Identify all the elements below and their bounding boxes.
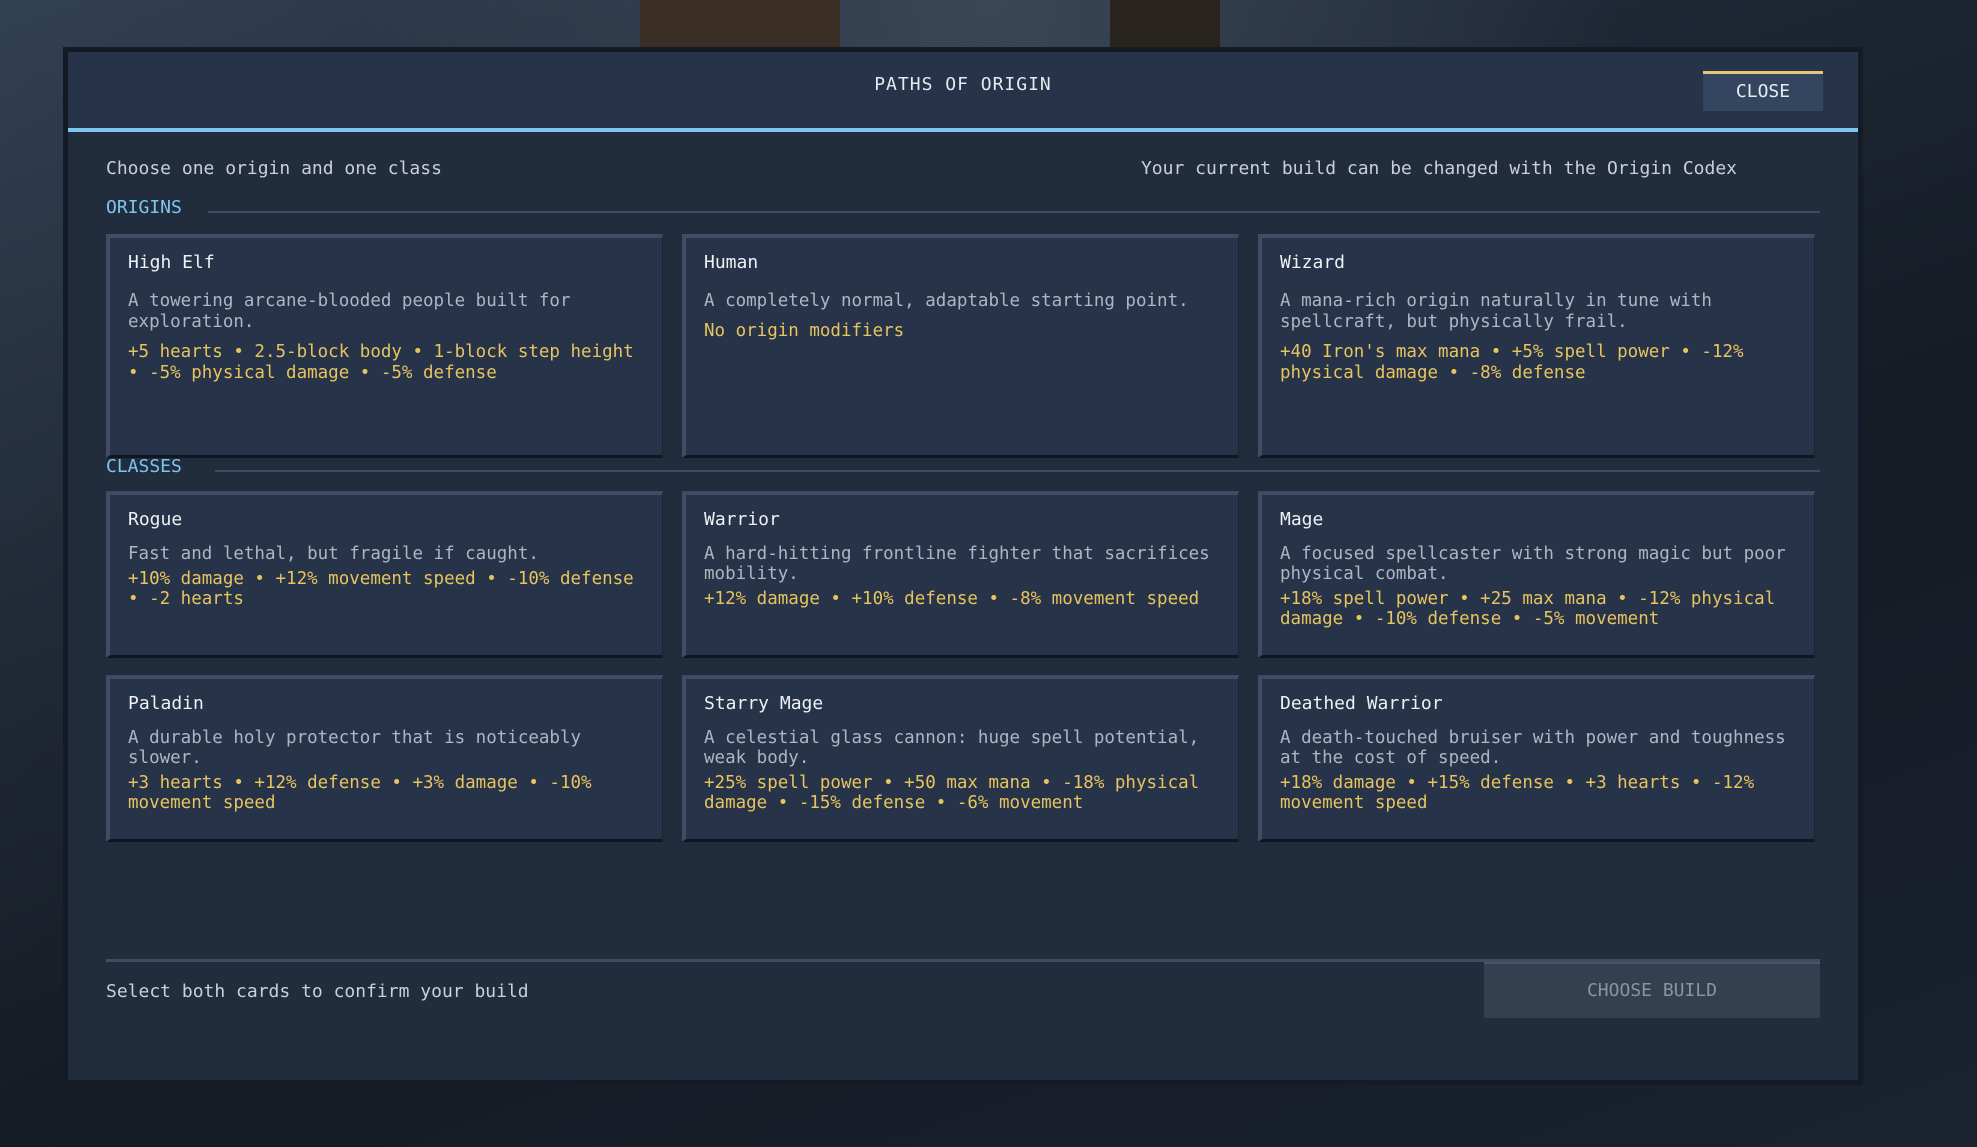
card-modifiers: +18% spell power • +25 max mana • -12% p… xyxy=(1280,589,1776,629)
instruction-text: Choose one origin and one class xyxy=(106,158,442,179)
panel-header: PATHS OF ORIGIN CLOSE xyxy=(68,52,1858,132)
class-card-starry-mage[interactable]: Starry Mage A celestial glass cannon: hu… xyxy=(682,675,1239,842)
card-modifiers: +25% spell power • +50 max mana • -18% p… xyxy=(704,773,1200,813)
card-name: Wizard xyxy=(1280,252,1346,273)
card-modifiers: +12% damage • +10% defense • -8% movemen… xyxy=(704,589,1200,609)
origin-card-high-elf[interactable]: High Elf A towering arcane-blooded peopl… xyxy=(106,234,663,458)
background-block xyxy=(640,0,840,48)
class-card-warrior[interactable]: Warrior A hard-hitting frontline fighter… xyxy=(682,491,1239,658)
class-card-deathed-warrior[interactable]: Deathed Warrior A death-touched bruiser … xyxy=(1258,675,1815,842)
card-name: Mage xyxy=(1280,509,1324,530)
card-description: A death-touched bruiser with power and t… xyxy=(1280,728,1786,768)
origin-card-human[interactable]: Human A completely normal, adaptable sta… xyxy=(682,234,1239,458)
classes-section-label: CLASSES xyxy=(106,456,182,477)
card-description: A durable holy protector that is noticea… xyxy=(128,728,582,768)
class-card-paladin[interactable]: Paladin A durable holy protector that is… xyxy=(106,675,663,842)
background-block xyxy=(1110,0,1220,48)
card-name: Rogue xyxy=(128,509,183,530)
panel-title: PATHS OF ORIGIN xyxy=(874,74,1052,95)
card-modifiers: +18% damage • +15% defense • +3 hearts •… xyxy=(1280,773,1755,813)
class-card-rogue[interactable]: Rogue Fast and lethal, but fragile if ca… xyxy=(106,491,663,658)
card-description: A celestial glass cannon: huge spell pot… xyxy=(704,728,1200,768)
card-modifiers: +10% damage • +12% movement speed • -10%… xyxy=(128,569,634,609)
card-name: Deathed Warrior xyxy=(1280,693,1443,714)
card-name: Starry Mage xyxy=(704,693,824,714)
codex-hint-text: Your current build can be changed with t… xyxy=(1140,158,1737,179)
card-name: Paladin xyxy=(128,693,204,714)
origins-section-label: ORIGINS xyxy=(106,197,182,218)
card-name: Human xyxy=(704,252,759,273)
origins-divider xyxy=(208,211,1820,213)
card-description: A mana-rich origin naturally in tune wit… xyxy=(1280,291,1712,332)
card-name: Warrior xyxy=(704,509,780,530)
classes-divider xyxy=(215,470,1820,472)
card-description: A focused spellcaster with strong magic … xyxy=(1280,544,1786,584)
choose-build-button[interactable]: CHOOSE BUILD xyxy=(1484,962,1820,1018)
card-modifiers: +5 hearts • 2.5-block body • 1-block ste… xyxy=(128,342,634,383)
card-description: Fast and lethal, but fragile if caught. xyxy=(128,544,539,564)
card-modifiers: +3 hearts • +12% defense • +3% damage • … xyxy=(128,773,592,813)
class-card-mage[interactable]: Mage A focused spellcaster with strong m… xyxy=(1258,491,1815,658)
card-modifiers: +40 Iron's max mana • +5% spell power • … xyxy=(1280,342,1744,383)
close-button[interactable]: CLOSE xyxy=(1703,71,1823,111)
card-description: A hard-hitting frontline fighter that sa… xyxy=(704,544,1210,584)
card-description: A towering arcane-blooded people built f… xyxy=(128,291,571,332)
card-name: High Elf xyxy=(128,252,215,273)
origin-selection-panel: PATHS OF ORIGIN CLOSE Choose one origin … xyxy=(63,47,1863,1085)
origin-card-wizard[interactable]: Wizard A mana-rich origin naturally in t… xyxy=(1258,234,1815,458)
card-modifiers: No origin modifiers xyxy=(704,321,905,341)
card-description: A completely normal, adaptable starting … xyxy=(704,291,1189,311)
footer-hint: Select both cards to confirm your build xyxy=(106,981,529,1002)
